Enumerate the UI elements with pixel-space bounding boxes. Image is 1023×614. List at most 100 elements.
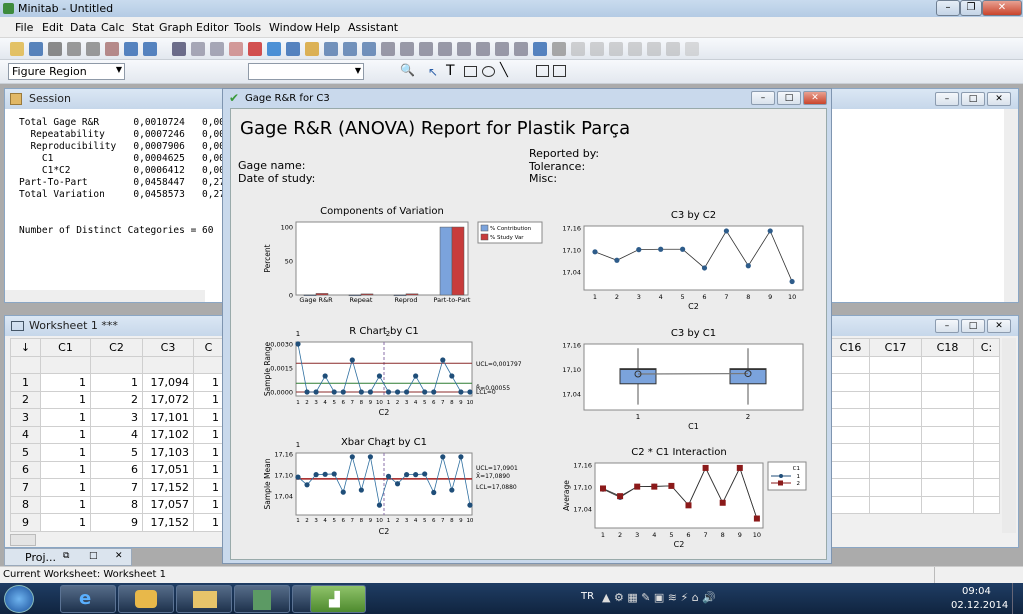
clock-date[interactable]: 02.12.2014 xyxy=(951,600,1008,611)
x-tick-label: 6 xyxy=(432,400,436,406)
x-tick-label: 5 xyxy=(423,518,427,524)
x-tick-label: 7 xyxy=(724,293,728,301)
range-point xyxy=(304,389,310,395)
x-tick-label: 5 xyxy=(332,518,336,524)
c3-by-c2-point xyxy=(592,249,598,255)
lcl-label: LCL=0 xyxy=(476,389,496,396)
x-tick-label: 3 xyxy=(314,400,318,406)
xbar-point xyxy=(376,502,383,508)
x-tick-label: 5 xyxy=(681,293,685,301)
x-tick-label: 1 xyxy=(593,293,597,301)
x-tick-label: 7 xyxy=(441,400,445,406)
ucl-label: UCL=17,0901 xyxy=(476,465,518,472)
x-tick-label: 9 xyxy=(459,400,463,406)
system-tray-icons[interactable]: ▲ ⚙ ▦ ✎ ▣ ≋ ⚡ ⌂ 🔊 xyxy=(602,591,716,604)
x-tick-label: 9 xyxy=(459,518,463,524)
x-tick-label: 10 xyxy=(788,293,796,301)
range-point xyxy=(331,389,337,395)
panel-label: 1 xyxy=(296,441,300,449)
x-tick-label: Reprod xyxy=(395,296,418,304)
x-tick-label: 8 xyxy=(721,531,725,539)
panel-label: 1 xyxy=(296,330,300,338)
legend-label: % Contribution xyxy=(490,226,532,232)
bar xyxy=(439,226,453,296)
x-tick-label: 8 xyxy=(746,293,750,301)
bar xyxy=(360,293,374,296)
x-tick-label: 3 xyxy=(314,518,318,524)
range-point xyxy=(376,373,383,379)
start-button[interactable] xyxy=(4,585,34,613)
x-tick-label: 2 xyxy=(305,400,309,406)
xbar-point xyxy=(394,481,401,487)
xbar-point xyxy=(349,454,355,460)
x-tick-label: 7 xyxy=(351,518,355,524)
x-tick-label: 5 xyxy=(423,400,427,406)
bar xyxy=(315,293,329,296)
x-tick-label: 7 xyxy=(704,531,708,539)
y-axis-label: Percent xyxy=(263,244,272,272)
x-tick-label: 6 xyxy=(432,518,436,524)
folder-icon xyxy=(193,591,217,608)
y-tick-label: 17,16 xyxy=(562,342,581,350)
x-tick-label: 10 xyxy=(376,518,383,524)
taskbar-explorer[interactable] xyxy=(176,585,232,613)
x-tick-label: 10 xyxy=(376,400,383,406)
x-tick-label: 9 xyxy=(369,400,373,406)
xbar-point xyxy=(313,472,319,478)
taskbar-internet-explorer[interactable]: e xyxy=(60,585,116,613)
x-tick-label: 4 xyxy=(659,293,663,301)
range-point xyxy=(349,357,355,363)
chart-title: C3 by C1 xyxy=(671,328,716,339)
taskbar-minitab[interactable]: ▟ xyxy=(310,585,366,613)
range-point xyxy=(467,389,473,395)
taskbar-app[interactable] xyxy=(234,585,290,613)
status-divider xyxy=(934,567,935,583)
x-tick-label: 4 xyxy=(414,400,418,406)
x-tick-label: 6 xyxy=(686,531,690,539)
clock-time[interactable]: 09:04 xyxy=(962,586,991,597)
x-tick-label: Part-to-Part xyxy=(433,296,470,304)
xbar-point xyxy=(340,489,346,495)
c3-by-c2-point xyxy=(701,265,708,271)
xbar-point xyxy=(422,471,428,477)
range-point xyxy=(367,389,373,395)
legend-label: 2 xyxy=(797,481,801,487)
c3-by-c2-point xyxy=(745,263,751,269)
status-text: Current Worksheet: Worksheet 1 xyxy=(3,569,167,580)
language-indicator[interactable]: TR xyxy=(581,591,594,602)
x-tick-label: 1 xyxy=(636,413,640,421)
y-tick-label: 17,04 xyxy=(562,269,581,277)
ucl-label: UCL=0,001797 xyxy=(476,361,522,368)
x-tick-label: 4 xyxy=(652,531,656,539)
c3-by-c2-point xyxy=(789,278,795,285)
taskbar-media[interactable] xyxy=(118,585,174,613)
chart-title: C2 * C1 Interaction xyxy=(631,447,726,458)
x-tick-label: 1 xyxy=(387,518,391,524)
x-tick-label: 1 xyxy=(387,400,391,406)
legend-marker xyxy=(779,474,783,478)
xbar-point xyxy=(295,474,301,480)
y-tick-label: 0,0015 xyxy=(270,365,293,373)
series-2-point xyxy=(736,464,743,471)
series-2-point xyxy=(600,485,606,492)
range-point xyxy=(449,373,455,379)
y-tick-label: 17,04 xyxy=(562,391,581,399)
xbar-point xyxy=(358,487,364,493)
xbar-point xyxy=(331,471,337,477)
x-tick-label: 4 xyxy=(414,518,418,524)
x-tick-label: 2 xyxy=(396,400,400,406)
y-tick-label: 17,10 xyxy=(573,484,592,492)
x-tick-label: 6 xyxy=(702,293,706,301)
y-tick-label: 0,0000 xyxy=(270,389,293,397)
xbar-point xyxy=(413,472,419,478)
show-desktop-button[interactable] xyxy=(1012,583,1023,614)
center-label: X̄=17,0890 xyxy=(476,473,510,480)
range-point xyxy=(404,389,410,395)
y-axis-label: Sample Mean xyxy=(263,458,272,509)
chart-title: Components of Variation xyxy=(320,206,444,217)
y-tick-label: 17,16 xyxy=(562,225,581,233)
range-point xyxy=(358,389,364,395)
x-tick-label: 5 xyxy=(669,531,673,539)
x-tick-label: 3 xyxy=(635,531,639,539)
xbar-point xyxy=(367,454,373,460)
